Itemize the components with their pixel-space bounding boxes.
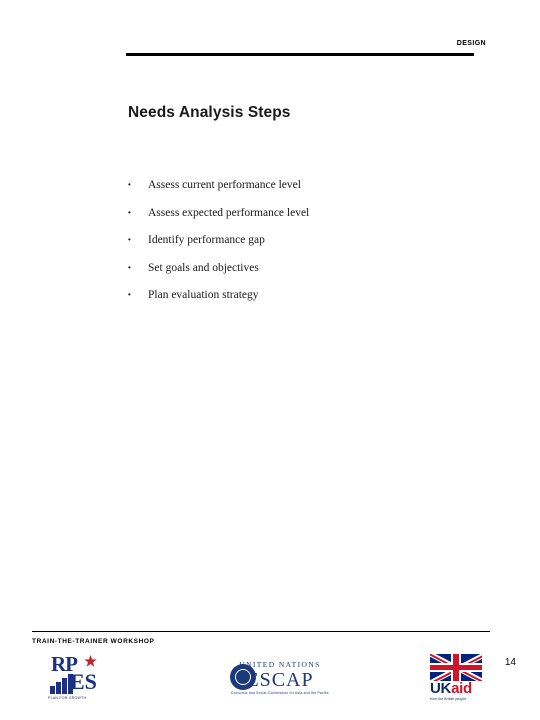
star-icon xyxy=(84,655,97,667)
rpes-caption: PLAN FOR GROWTH xyxy=(48,696,87,700)
list-item: • Plan evaluation strategy xyxy=(128,288,468,302)
list-item-label: Assess current performance level xyxy=(148,179,301,191)
bullet-dot-icon: • xyxy=(128,180,131,189)
list-item-label: Identify performance gap xyxy=(148,234,265,246)
ukaid-strapline: from the British people xyxy=(430,697,467,701)
bullet-dot-icon: • xyxy=(128,262,131,272)
bullet-dot-icon: • xyxy=(128,207,131,217)
escap-logo: UNITED NATIONS ESCAP Economic and Social… xyxy=(222,660,338,704)
bullet-list: • Assess current performance level • Ass… xyxy=(128,178,468,316)
footer-workshop-label: TRAIN-THE-TRAINER WORKSHOP xyxy=(32,638,155,645)
list-item-label: Plan evaluation strategy xyxy=(148,289,259,301)
list-item: • Assess current performance level xyxy=(128,178,468,192)
list-item: • Set goals and objectives xyxy=(128,261,468,275)
header-divider xyxy=(126,53,474,56)
slide: DESIGN Needs Analysis Steps • Assess cur… xyxy=(0,0,540,720)
ukaid-uk: UK xyxy=(430,680,452,697)
un-emblem-icon xyxy=(230,664,256,690)
list-item: • Assess expected performance level xyxy=(128,206,468,220)
footer-divider xyxy=(32,631,490,632)
ukaid-aid: aid xyxy=(451,680,472,697)
section-label: DESIGN xyxy=(456,40,486,47)
union-jack-icon xyxy=(430,654,482,681)
escap-subtitle: Economic and Social Commission for Asia … xyxy=(231,691,329,695)
ukaid-wordmark: UKaid xyxy=(430,681,472,697)
page-number: 14 xyxy=(504,657,516,668)
bullet-dot-icon: • xyxy=(128,290,131,299)
bullet-dot-icon: • xyxy=(128,235,131,244)
list-item: • Identify performance gap xyxy=(128,233,468,247)
page-title: Needs Analysis Steps xyxy=(128,104,291,121)
rpes-logo: RP ES PLAN FOR GROWTH xyxy=(48,654,122,706)
list-item-label: Assess expected performance level xyxy=(148,206,310,219)
list-item-label: Set goals and objectives xyxy=(148,261,259,274)
ukaid-logo: UKaid from the British people xyxy=(424,654,490,704)
rpes-letters-es: ES xyxy=(70,669,97,694)
